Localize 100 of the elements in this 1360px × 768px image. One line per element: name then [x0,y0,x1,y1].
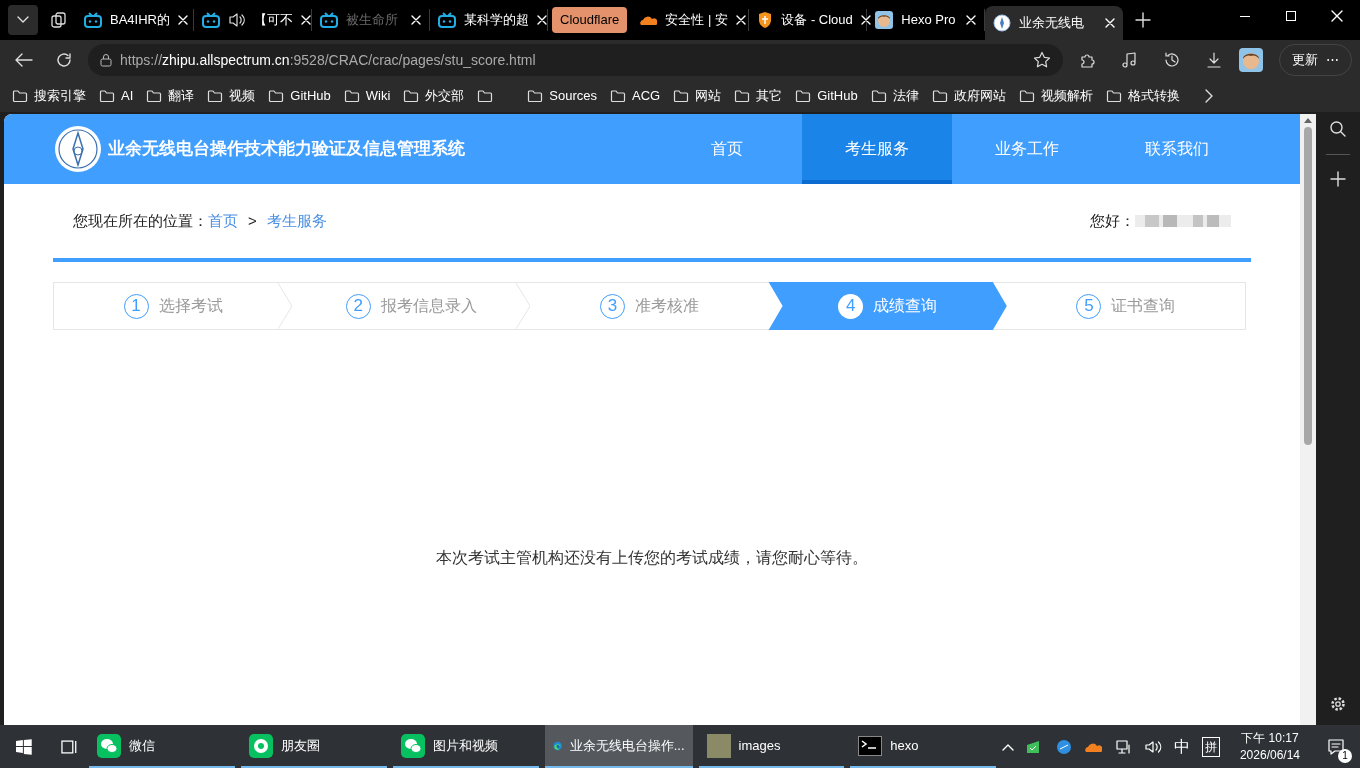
back-arrow-icon[interactable] [15,53,33,67]
task-view-icon[interactable] [59,738,78,755]
browser-tab[interactable]: 某科学的超 [430,9,548,31]
tab-group-label[interactable]: Cloudflare [552,7,628,33]
folder-icon [1105,89,1122,103]
tab-menu-button[interactable] [8,5,38,35]
chevron-up-icon[interactable] [1001,742,1014,751]
history-icon[interactable] [1163,51,1181,69]
close-icon[interactable] [177,15,188,25]
tv-icon [202,12,220,28]
close-icon[interactable] [411,15,421,25]
browser-tab[interactable]: 设备 - Cloud [749,9,868,31]
browser-tab[interactable]: 安全性 | 安 [631,9,750,31]
thumbnail-icon [706,733,731,758]
close-icon[interactable] [735,15,746,25]
emblem-logo [54,125,102,173]
clock[interactable]: 下午 10:17 2026/06/14 [1231,729,1308,764]
bookmark-folder[interactable]: 格式转换 [1105,86,1180,106]
step-item: 5 证书查询 [1006,283,1245,329]
taskbar-app[interactable]: 朋友圈 [241,725,387,768]
close-icon[interactable] [537,15,547,25]
taskbar-app[interactable]: 微信 [89,725,236,768]
windows-start-icon[interactable] [16,738,32,755]
close-icon[interactable] [1331,10,1343,22]
emblem-icon [993,14,1012,32]
bookmark-folder[interactable]: 翻译 [146,86,195,106]
input-mode[interactable]: 拼 [1201,736,1220,757]
workspaces-icon[interactable] [50,11,68,29]
bookmark-folder[interactable]: Wiki [343,86,391,106]
puzzle-icon[interactable] [1079,51,1097,69]
browser-tab[interactable]: BA4IHR的 [76,9,194,31]
search-icon[interactable] [1329,120,1347,138]
step-item: 2 报考信息录入 [292,283,531,329]
terminal-icon [858,735,883,756]
browser-tab[interactable]: 【可不 [194,9,312,31]
bookmark-folder[interactable] [477,89,494,103]
add-icon[interactable] [1330,171,1346,187]
bookmark-folder[interactable]: GitHub [795,86,858,106]
notification-icon[interactable] [1327,737,1345,756]
folder-icon [477,89,494,103]
input-language[interactable]: 中 [1173,734,1190,759]
folder-icon [1018,89,1035,103]
folder-icon [146,89,163,103]
folder-icon [795,89,812,103]
close-icon[interactable] [860,15,871,25]
reload-icon[interactable] [56,52,72,68]
bookmark-folder[interactable]: 政府网站 [931,86,1006,106]
step-item: 1 选择考试 [54,283,293,329]
scrollbar[interactable] [1300,114,1316,725]
browser-tab[interactable]: Hexo Pro [867,9,986,31]
chat-bubbles-icon [97,733,122,758]
bookmark-folder[interactable]: Sources [527,86,597,106]
speaker-icon[interactable] [228,12,246,28]
bookmark-folder[interactable]: 网站 [673,86,722,106]
bookmark-folder[interactable]: 法律 [870,86,919,106]
browser-tab[interactable]: 业余无线电 [985,6,1124,40]
chat-bubbles-icon [400,733,425,758]
plus-icon[interactable] [1135,12,1152,28]
notification-badge: 1 [1338,748,1352,763]
taskbar-app[interactable]: 图片和视频 [392,725,539,768]
taskbar-app[interactable]: 业余无线电台操作... [544,725,693,768]
network-icon[interactable] [1113,738,1132,755]
bookmark-folder[interactable]: 视频 [207,86,256,106]
folder-icon [734,89,751,103]
bookmark-folder[interactable]: ACG [610,86,661,106]
bookmark-folder[interactable]: 其它 [734,86,783,106]
star-icon[interactable] [1033,51,1051,69]
bookmark-folder[interactable]: 搜索引擎 [12,86,86,106]
bookmark-folder[interactable]: 外交部 [403,86,465,106]
close-icon[interactable] [1105,18,1116,28]
chevron-down-icon[interactable] [17,16,29,24]
tv-icon [84,12,102,28]
tv-icon [438,12,456,28]
bookmark-folder[interactable]: AI [99,86,134,106]
volume-icon[interactable] [1143,738,1162,755]
folder-icon [527,89,544,103]
address-field[interactable]: https://zhipu.allspectrum.cn:9528/CRAC/crac/pages/stu_score.html [88,44,1063,76]
browser-tab[interactable]: 被生命所 [312,9,430,31]
bookmark-folder[interactable]: GitHub [268,86,331,106]
folder-icon [343,89,360,103]
step-item: 3 准考核准 [530,283,769,329]
scroll-up-icon[interactable] [1304,118,1312,123]
avatar-icon [875,11,894,29]
tv-icon [320,12,338,28]
close-icon[interactable] [301,15,311,25]
taskbar-app[interactable]: hexo [850,725,996,768]
status-message: 本次考试主管机构还没有上传您的考试成绩，请您耐心等待。 [436,548,868,568]
download-icon[interactable] [1205,51,1223,69]
settings-icon[interactable] [1329,695,1347,713]
site-title: 业余无线电台操作技术能力验证及信息管理系统 [108,138,465,161]
nav-tab[interactable]: 考生服务 [802,114,952,184]
greeting-label: 您好： [1090,210,1135,231]
close-icon[interactable] [966,15,977,25]
url-text: https://zhipu.allspectrum.cn:9528/CRAC/crac/pages/stu_score.html [120,50,536,70]
taskbar-app[interactable]: images [698,725,845,768]
chevron-right-icon[interactable] [1204,89,1213,103]
breadcrumb-separator: > [248,210,257,231]
bookmark-folder[interactable]: 视频解析 [1018,86,1093,106]
breadcrumb-label: 您现在所在的位置： [73,210,208,231]
music-note-icon[interactable] [1121,51,1139,69]
